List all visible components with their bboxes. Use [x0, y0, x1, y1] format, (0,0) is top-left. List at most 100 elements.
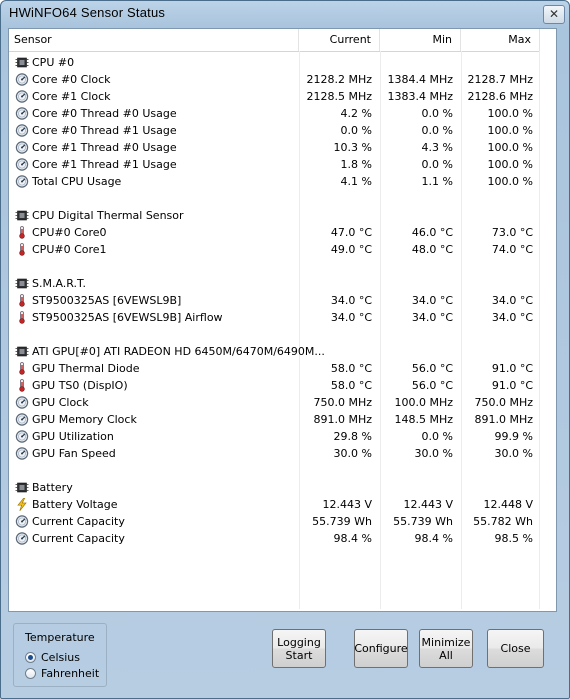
sensor-row[interactable]: GPU Thermal Diode 58.0 °C 56.0 °C 91.0 °C	[9, 360, 539, 377]
sensor-row[interactable]: Current Capacity 98.4 % 98.4 % 98.5 %	[9, 530, 539, 547]
window-title: HWiNFO64 Sensor Status	[9, 5, 166, 20]
configure-label: Configure	[354, 642, 408, 655]
sensor-name: S.M.A.R.T.	[32, 277, 86, 290]
sensor-current-value: 34.0 °C	[330, 294, 372, 307]
sensor-row[interactable]: Battery Voltage 12.443 V 12.443 V 12.448 V	[9, 496, 539, 513]
sensor-min-value: 56.0 °C	[411, 362, 453, 375]
sensor-name: CPU#0 Core1	[32, 243, 107, 256]
gauge-icon	[15, 515, 29, 528]
sensor-row[interactable]: ST9500325AS [6VEWSL9B] 34.0 °C 34.0 °C 34.0…	[9, 292, 539, 309]
title-bar[interactable]: HWiNFO64 Sensor Status ✕	[1, 1, 569, 27]
sensor-row[interactable]: CPU#0 Core0 47.0 °C 46.0 °C 73.0 °C	[9, 224, 539, 241]
sensor-row[interactable]: Core #1 Clock 2128.5 MHz 1383.4 MHz 2128.6 …	[9, 88, 539, 105]
configure-button[interactable]: Configure	[354, 629, 408, 668]
logging-start-button[interactable]: Logging Start	[272, 629, 326, 668]
sensor-row[interactable]: ST9500325AS [6VEWSL9B] Airflow 34.0 °C 34.…	[9, 309, 539, 326]
column-header-sensor[interactable]: Sensor	[9, 29, 299, 51]
sensor-name: Core #0 Thread #0 Usage	[32, 107, 177, 120]
sensor-min-value: 56.0 °C	[411, 379, 453, 392]
sensor-min-value: 4.3 %	[421, 141, 453, 154]
sensor-row[interactable]: Core #0 Thread #0 Usage 4.2 % 0.0 % 100.0 %	[9, 105, 539, 122]
sensor-table: Sensor Current Min Max CPU #0 Core #0 Clo…	[8, 28, 557, 612]
column-header-max[interactable]: Max	[461, 29, 540, 51]
sensor-group-row[interactable]: CPU #0	[9, 54, 539, 71]
sensor-group-row[interactable]: Battery	[9, 479, 539, 496]
sensor-min-value: 0.0 %	[421, 124, 453, 137]
window-close-button[interactable]: ✕	[543, 5, 565, 24]
gauge-icon	[15, 141, 29, 154]
radio-fahrenheit-button[interactable]	[25, 668, 36, 679]
vertical-scrollbar[interactable]	[540, 29, 555, 611]
gauge-icon	[15, 396, 29, 409]
sensor-group-row[interactable]: CPU Digital Thermal Sensor	[9, 207, 539, 224]
sensor-min-value: 46.0 °C	[411, 226, 453, 239]
gauge-icon	[15, 532, 29, 545]
sensor-min-value: 1383.4 MHz	[387, 90, 453, 103]
sensor-row[interactable]: Current Capacity 55.739 Wh 55.739 Wh 55.782…	[9, 513, 539, 530]
radio-fahrenheit-label: Fahrenheit	[41, 667, 100, 680]
sensor-name: GPU Memory Clock	[32, 413, 137, 426]
close-button[interactable]: Close	[487, 629, 544, 668]
sensor-row[interactable]: GPU TS0 (DispIO) 58.0 °C 56.0 °C 91.0 °C	[9, 377, 539, 394]
sensor-row[interactable]: Core #0 Clock 2128.2 MHz 1384.4 MHz 2128.7 …	[9, 71, 539, 88]
gauge-icon	[15, 124, 29, 137]
sensor-name: ST9500325AS [6VEWSL9B]	[32, 294, 182, 307]
sensor-row[interactable]: Total CPU Usage 4.1 % 1.1 % 100.0 %	[9, 173, 539, 190]
chip-icon	[15, 56, 29, 69]
sensor-current-value: 1.8 %	[340, 158, 372, 171]
thermometer-icon	[15, 294, 29, 307]
sensor-min-value: 34.0 °C	[411, 311, 453, 324]
radio-celsius-button[interactable]	[25, 652, 36, 663]
sensor-name: CPU Digital Thermal Sensor	[32, 209, 184, 222]
sensor-row[interactable]: GPU Memory Clock 891.0 MHz 148.5 MHz 891.0 …	[9, 411, 539, 428]
sensor-min-value: 1.1 %	[421, 175, 453, 188]
sensor-row[interactable]: Core #1 Thread #0 Usage 10.3 % 4.3 % 100.0 …	[9, 139, 539, 156]
sensor-row[interactable]: CPU#0 Core1 49.0 °C 48.0 °C 74.0 °C	[9, 241, 539, 258]
sensor-max-value: 100.0 %	[487, 124, 533, 137]
sensor-row[interactable]: GPU Clock 750.0 MHz 100.0 MHz 750.0 MHz	[9, 394, 539, 411]
sensor-current-value: 55.739 Wh	[312, 515, 372, 528]
sensor-min-value: 0.0 %	[421, 430, 453, 443]
gauge-icon	[15, 73, 29, 86]
sensor-row[interactable]: Core #1 Thread #1 Usage 1.8 % 0.0 % 100.0 %	[9, 156, 539, 173]
sensor-max-value: 30.0 %	[494, 447, 533, 460]
sensor-group-row[interactable]: S.M.A.R.T.	[9, 275, 539, 292]
sensor-group-row[interactable]: ATI GPU[#0] ATI RADEON HD 6450M/6470M/64…	[9, 343, 539, 360]
gauge-icon	[15, 447, 29, 460]
thermometer-icon	[15, 311, 29, 324]
sensor-max-value: 100.0 %	[487, 141, 533, 154]
sensor-row[interactable]: GPU Fan Speed 30.0 % 30.0 % 30.0 %	[9, 445, 539, 462]
sensor-min-value: 0.0 %	[421, 158, 453, 171]
sensor-name: GPU Clock	[32, 396, 89, 409]
column-header-min[interactable]: Min	[380, 29, 461, 51]
sensor-min-value: 12.443 V	[403, 498, 453, 511]
sensor-max-value: 100.0 %	[487, 107, 533, 120]
sensor-current-value: 49.0 °C	[330, 243, 372, 256]
minimize-all-button[interactable]: Minimize All	[419, 629, 473, 668]
sensor-max-value: 2128.7 MHz	[467, 73, 533, 86]
sensor-current-value: 2128.5 MHz	[306, 90, 372, 103]
sensor-current-value: 30.0 %	[333, 447, 372, 460]
sensor-current-value: 47.0 °C	[330, 226, 372, 239]
sensor-row[interactable]: GPU Utilization 29.8 % 0.0 % 99.9 %	[9, 428, 539, 445]
sensor-name: Core #0 Thread #1 Usage	[32, 124, 177, 137]
sensor-name: CPU #0	[32, 56, 75, 69]
sensor-current-value: 10.3 %	[333, 141, 372, 154]
sensor-name: Core #1 Thread #0 Usage	[32, 141, 177, 154]
sensor-max-value: 91.0 °C	[491, 379, 533, 392]
gauge-icon	[15, 175, 29, 188]
sensor-name: CPU#0 Core0	[32, 226, 107, 239]
spacer-row	[9, 326, 539, 343]
sensor-current-value: 58.0 °C	[330, 379, 372, 392]
sensor-min-value: 48.0 °C	[411, 243, 453, 256]
chip-icon	[15, 277, 29, 290]
sensor-current-value: 891.0 MHz	[313, 413, 372, 426]
thermometer-icon	[15, 379, 29, 392]
sensor-min-value: 30.0 %	[414, 447, 453, 460]
sensor-row[interactable]: Core #0 Thread #1 Usage 0.0 % 0.0 % 100.0 %	[9, 122, 539, 139]
spacer-row	[9, 462, 539, 479]
column-header-current[interactable]: Current	[299, 29, 380, 51]
sensor-max-value: 2128.6 MHz	[467, 90, 533, 103]
sensor-min-value: 0.0 %	[421, 107, 453, 120]
spacer-row	[9, 258, 539, 275]
